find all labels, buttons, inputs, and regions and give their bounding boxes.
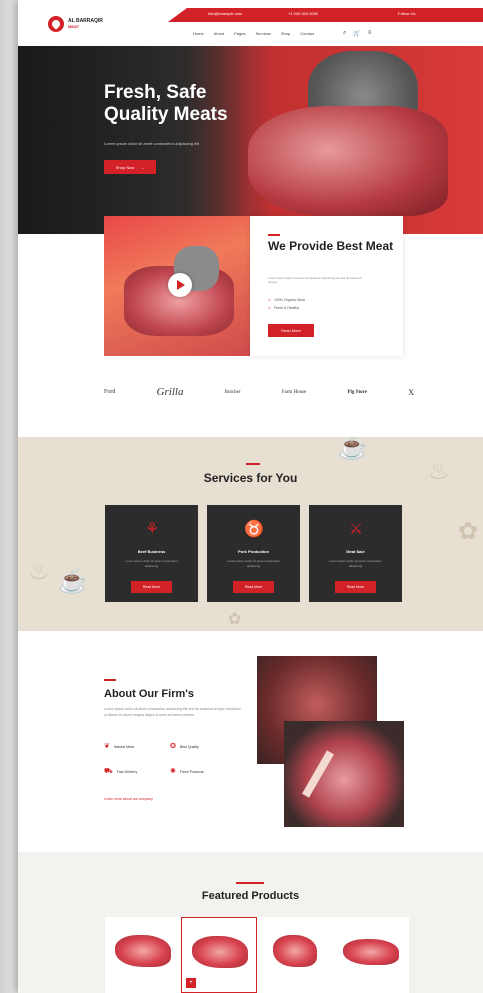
knife-icon: ⚔ (348, 521, 364, 538)
hero-title: Fresh, Safe Quality Meats (104, 82, 228, 125)
nav-shop[interactable]: Shop (281, 31, 290, 36)
about-text: Lorem ipsum dolor sit amet consectetur a… (104, 707, 241, 717)
provide-title: We Provide Best Meat (268, 239, 394, 253)
brand-logo: Grilla (156, 386, 184, 398)
feature-item: ⛟ Fast Delivery (104, 768, 138, 775)
section-eyebrow (268, 234, 280, 236)
decor-icon: ☕ (58, 568, 88, 595)
section-eyebrow (104, 679, 116, 681)
logo-text[interactable]: AL BARRAQIR MEAT (68, 18, 103, 30)
check-icon: ✓ (268, 298, 271, 302)
menu-icon[interactable]: ≡ (368, 30, 372, 37)
brand-logo: Ford (104, 389, 116, 395)
product-image (273, 935, 317, 967)
webpage: info@example.com +1 000 000 0000 Follow … (18, 0, 483, 993)
header-icons: ⌕ 🛒 ≡ (343, 30, 371, 37)
topbar-email[interactable]: info@example.com (208, 11, 242, 16)
truck-icon: ⛟ (104, 768, 113, 775)
feature-item: ✺ Fresh Products (170, 768, 204, 775)
service-read-more-button[interactable]: Read More (335, 581, 376, 593)
section-eyebrow (236, 882, 264, 884)
window-gutter (0, 0, 18, 993)
product-card[interactable] (333, 917, 409, 993)
leaf-icon: ❦ (104, 743, 110, 750)
product-card[interactable] (105, 917, 181, 993)
provide-card: We Provide Best Meat Lorem ipsum dolor s… (250, 216, 403, 356)
brand-logo: Pig Store (347, 389, 367, 395)
about-title: About Our Firm's (104, 688, 195, 700)
product-image (115, 935, 171, 967)
brand-logo: Farm House (281, 389, 307, 395)
service-title: Beef Business (137, 549, 166, 554)
fresh-icon: ✺ (170, 768, 176, 775)
service-title: Meat Sale (346, 549, 365, 554)
brand-logo: X (408, 387, 414, 397)
brand-logo: Butcher (224, 389, 241, 395)
service-card: ⚔ Meat Sale Lorem ipsum dolor sit amet c… (309, 505, 402, 602)
logo-icon[interactable] (48, 16, 64, 32)
product-card[interactable] (257, 917, 333, 993)
service-text: Lorem ipsum dolor sit amet consectetur a… (125, 559, 178, 568)
hero-overlay (18, 46, 248, 234)
service-read-more-button[interactable]: Read More (233, 581, 274, 593)
nav-home[interactable]: Home (193, 31, 204, 36)
top-info-bar: info@example.com +1 000 000 0000 Follow … (168, 8, 483, 22)
nav-services[interactable]: Services (255, 31, 270, 36)
service-text: Lorem ipsum dolor sit amet consectetur a… (329, 559, 382, 568)
play-icon[interactable] (168, 273, 192, 297)
check-icon: ✓ (268, 306, 271, 310)
shop-now-button[interactable]: Shop Now → (104, 160, 156, 174)
beef-icon: ⚘ (144, 521, 160, 538)
feature-item: ✪ Best Quality (170, 743, 199, 750)
main-nav: Home About Pages Services Shop Contact (193, 31, 314, 36)
search-icon[interactable]: ⌕ (343, 30, 346, 37)
check-item: ✓ Fresh & Healthy (268, 306, 300, 310)
topbar-social[interactable]: Follow Us (398, 11, 416, 16)
product-image (343, 939, 399, 965)
brand-logos: Ford Grilla Butcher Farm House Pig Store… (104, 386, 414, 398)
decor-icon: ♨ (28, 558, 50, 585)
check-item: ✓ 100% Organic Meat (268, 298, 305, 302)
pig-icon: ♉ (244, 521, 264, 538)
nav-contact[interactable]: Contact (300, 31, 314, 36)
nav-about[interactable]: About (214, 31, 224, 36)
provide-text: Lorem ipsum dolor sit amet consectetur a… (268, 276, 362, 284)
product-image (192, 936, 248, 968)
decor-icon: ✿ (458, 518, 479, 545)
service-text: Lorem ipsum dolor sit amet consectetur a… (227, 559, 280, 568)
meat-image (248, 106, 448, 216)
service-title: Pork Production (237, 549, 270, 554)
decor-icon: ✿ (228, 611, 242, 628)
read-more-button[interactable]: Read More (268, 324, 314, 337)
add-to-cart-button[interactable]: + (186, 978, 196, 988)
cart-icon[interactable]: 🛒 (353, 30, 360, 37)
services-title: Services for You (203, 471, 298, 485)
service-card: ⚘ Beef Business Lorem ipsum dolor sit am… (105, 505, 198, 602)
tbone-steak-photo (284, 721, 404, 827)
section-eyebrow (246, 463, 260, 465)
hero-banner (18, 46, 483, 234)
hero-subtitle: Lorem ipsum dolor sit amet consectetur a… (104, 141, 200, 146)
decor-icon: ☕ (338, 437, 368, 461)
service-card: ♉ Pork Production Lorem ipsum dolor sit … (207, 505, 300, 602)
product-card[interactable]: + (181, 917, 257, 993)
logo-sub: MEAT (68, 24, 80, 29)
shop-now-label: Shop Now (115, 164, 135, 170)
about-learn-more-link[interactable]: Learn more about our company (104, 797, 153, 801)
products-title: Featured Products (201, 890, 300, 902)
topbar-phone[interactable]: +1 000 000 0000 (288, 11, 318, 16)
services-section: ☕ ♨ ✿ ♨ ☕ ✿ Services for You ⚘ Beef Busi… (18, 437, 483, 631)
featured-products-section: Featured Products + (18, 852, 483, 993)
feature-item: ❦ Natural Meat (104, 743, 134, 750)
award-icon: ✪ (170, 743, 176, 750)
site-header: info@example.com +1 000 000 0000 Follow … (18, 0, 483, 46)
nav-pages[interactable]: Pages (234, 31, 245, 36)
arrow-right-icon: → (140, 164, 145, 170)
service-read-more-button[interactable]: Read More (131, 581, 172, 593)
